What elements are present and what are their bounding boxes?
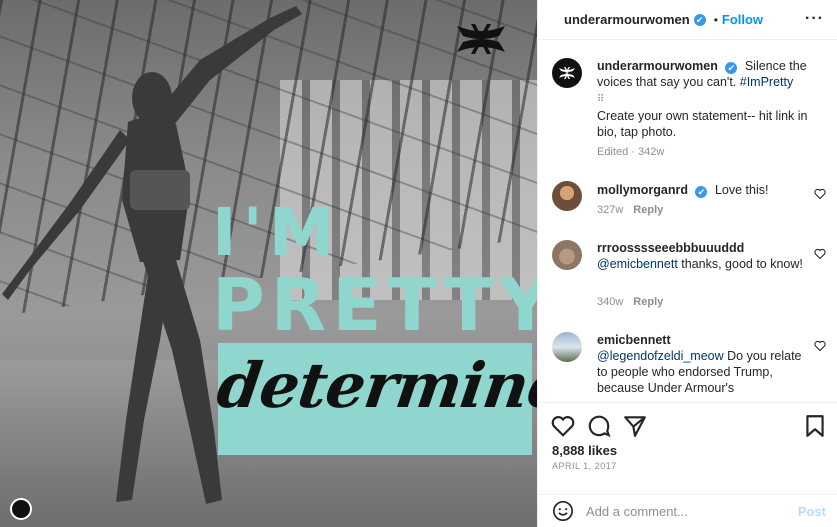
like-comment-icon[interactable] — [814, 248, 826, 260]
post-header: underarmourwomen ✔ • Follow ··· — [538, 0, 837, 40]
comment-meta: 340w Reply — [597, 296, 663, 308]
headline-line-1: I'M — [212, 194, 341, 271]
comment-input[interactable] — [586, 501, 786, 521]
caption-divider: ⠿ — [597, 94, 605, 105]
comment-text: rrroosssseeebbbuuuddd @emicbennett thank… — [597, 240, 813, 272]
more-options-icon[interactable]: ··· — [805, 10, 824, 28]
comment-age: 340w — [597, 296, 624, 308]
caption-text: underarmourwomen ✔ Silence the voices th… — [597, 58, 813, 140]
share-icon[interactable] — [622, 413, 648, 439]
comment-meta: 327w Reply — [597, 204, 663, 216]
comment-composer: Post — [538, 494, 837, 527]
header-separator: • — [713, 12, 718, 27]
under-armour-logo — [457, 24, 505, 54]
caption-avatar[interactable] — [552, 58, 582, 88]
comment-text: mollymorganrd ✔ Love this! — [597, 182, 813, 198]
caption-verified-icon: ✔ — [725, 62, 738, 74]
like-icon[interactable] — [550, 413, 576, 439]
comment-username[interactable]: mollymorganrd — [597, 183, 688, 197]
reply-button[interactable]: Reply — [633, 296, 663, 308]
script-word-box: determined — [213, 343, 537, 455]
comment-age: 327w — [597, 204, 624, 216]
post-comment-button[interactable]: Post — [798, 504, 826, 519]
save-icon[interactable] — [802, 413, 828, 439]
post-side-panel: underarmourwomen ✔ • Follow ··· underarm… — [537, 0, 837, 527]
caption-meta: Edited · 342w — [597, 146, 665, 158]
like-comment-icon[interactable] — [814, 188, 826, 200]
comments-list[interactable]: underarmourwomen ✔ Silence the voices th… — [538, 40, 837, 402]
post-headline: I'M PRETTY — [212, 194, 537, 347]
follow-button[interactable]: Follow — [722, 12, 763, 27]
header-username[interactable]: underarmourwomen — [564, 12, 690, 27]
comment-body: thanks, good to know! — [681, 257, 803, 271]
emoji-icon[interactable] — [552, 500, 574, 522]
like-comment-icon[interactable] — [814, 340, 826, 352]
commenter-avatar[interactable] — [552, 240, 582, 270]
comment-icon[interactable] — [586, 413, 612, 439]
headline-line-2: PRETTY — [212, 263, 537, 347]
comment-body: Love this! — [714, 183, 769, 197]
comment-mention[interactable]: @emicbennett — [597, 257, 678, 271]
comment-username[interactable]: rrroosssseeebbbuuuddd — [597, 241, 744, 255]
ua-logo-icon — [559, 67, 575, 79]
comment-text: emicbennett @legendofzeldi_meow Do you r… — [597, 332, 813, 396]
script-word: determined — [212, 349, 537, 422]
tagged-users-icon[interactable] — [10, 498, 32, 520]
caption-body-2: Create your own statement-- hit link in … — [597, 109, 808, 139]
post-date[interactable]: APRIL 1, 2017 — [552, 461, 617, 471]
comment-verified-icon: ✔ — [695, 186, 708, 198]
post-image[interactable]: I'M PRETTY determined — [0, 0, 537, 527]
verified-icon: ✔ — [693, 13, 706, 26]
caption-hashtag[interactable]: #ImPretty — [740, 75, 794, 89]
reply-button[interactable]: Reply — [633, 204, 663, 216]
comment-username[interactable]: emicbennett — [597, 333, 671, 347]
caption-username[interactable]: underarmourwomen — [597, 59, 718, 73]
likes-count[interactable]: 8,888 likes — [552, 443, 617, 458]
comment-mention[interactable]: @legendofzeldi_meow — [597, 349, 724, 363]
commenter-avatar[interactable] — [552, 332, 582, 362]
commenter-avatar[interactable] — [552, 181, 582, 211]
post-actions: 8,888 likes APRIL 1, 2017 — [538, 402, 837, 484]
